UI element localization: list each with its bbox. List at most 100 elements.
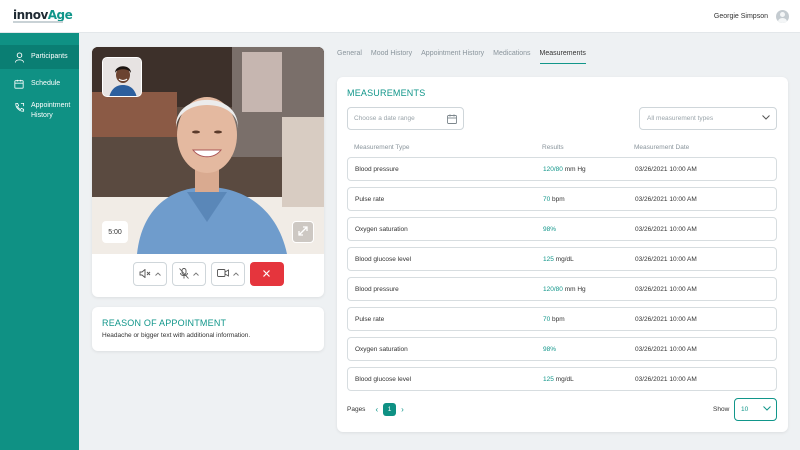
measurements-title: MEASUREMENTS bbox=[347, 88, 426, 98]
calendar-icon bbox=[447, 114, 457, 126]
logo-main: innov bbox=[13, 8, 48, 22]
measurement-result: 120/80 mm Hg bbox=[543, 286, 586, 293]
table-row[interactable]: Pulse rate 70 bpm 03/26/2021 10:00 AM bbox=[347, 307, 777, 331]
column-header-results[interactable]: Results bbox=[542, 144, 564, 151]
chevron-down-icon bbox=[762, 115, 770, 122]
camera-button[interactable] bbox=[210, 262, 245, 286]
sidebar-item-label: Appointment History bbox=[31, 101, 70, 121]
result-unit: mm Hg bbox=[564, 166, 586, 173]
chevron-up-icon bbox=[154, 271, 161, 278]
chevron-up-icon bbox=[192, 271, 199, 278]
tab-mood-history[interactable]: Mood History bbox=[371, 48, 412, 64]
pages-label: Pages bbox=[347, 406, 366, 413]
result-unit: mg/dL bbox=[555, 256, 574, 263]
table-header: Measurement Type Results Measurement Dat… bbox=[347, 144, 777, 154]
sidebar-item-appointment-history[interactable]: Appointment History bbox=[0, 99, 79, 123]
measurement-result: 125 mg/dL bbox=[543, 256, 574, 263]
measurement-type: Oxygen saturation bbox=[355, 346, 408, 353]
measurement-result: 70 bpm bbox=[543, 316, 565, 323]
measurement-type: Pulse rate bbox=[355, 196, 385, 203]
speaker-button[interactable] bbox=[132, 262, 167, 286]
column-header-date[interactable]: Measurement Date bbox=[634, 144, 689, 151]
measurement-date: 03/26/2021 10:00 AM bbox=[635, 286, 697, 293]
video-camera-icon bbox=[216, 269, 229, 279]
measurement-date: 03/26/2021 10:00 AM bbox=[635, 226, 697, 233]
logo-accent: Age bbox=[47, 8, 73, 22]
result-value: 120/80 bbox=[543, 166, 563, 173]
column-header-type[interactable]: Measurement Type bbox=[354, 144, 410, 151]
measurement-result: 120/80 mm Hg bbox=[543, 166, 586, 173]
result-value: 70 bbox=[543, 196, 551, 203]
measurement-type: Blood pressure bbox=[355, 166, 399, 173]
measurements-card: MEASUREMENTS Choose a date range All mea… bbox=[337, 77, 788, 432]
sidebar: Participants Schedule Appointment Histor… bbox=[0, 33, 79, 450]
table-row[interactable]: Blood glucose level 125 mg/dL 03/26/2021… bbox=[347, 367, 777, 391]
expand-icon bbox=[297, 225, 309, 239]
self-view-image bbox=[103, 58, 141, 96]
tab-appointment-history[interactable]: Appointment History bbox=[421, 48, 484, 64]
tab-measurements[interactable]: Measurements bbox=[539, 48, 586, 64]
person-icon bbox=[13, 51, 25, 63]
tab-general[interactable]: General bbox=[337, 48, 362, 64]
result-value: 70 bbox=[543, 316, 551, 323]
measurement-date: 03/26/2021 10:00 AM bbox=[635, 196, 697, 203]
chevron-up-icon bbox=[232, 271, 239, 278]
page-number-button[interactable]: 1 bbox=[383, 403, 397, 416]
result-value: 125 bbox=[543, 256, 554, 263]
self-view-thumbnail[interactable] bbox=[102, 57, 142, 97]
app-logo[interactable]: innovAge bbox=[13, 8, 73, 22]
sidebar-item-participants[interactable]: Participants bbox=[0, 45, 79, 69]
chevron-left-icon[interactable]: ‹ bbox=[375, 405, 378, 414]
phone-history-icon bbox=[13, 101, 25, 113]
result-unit: bpm bbox=[552, 316, 565, 323]
measurement-date: 03/26/2021 10:00 AM bbox=[635, 166, 697, 173]
measurement-date: 03/26/2021 10:00 AM bbox=[635, 316, 697, 323]
page-size-select[interactable]: 10 bbox=[734, 398, 777, 421]
measurement-date: 03/26/2021 10:00 AM bbox=[635, 256, 697, 263]
video-call-card: 5:00 bbox=[92, 47, 324, 297]
chevron-down-icon bbox=[763, 406, 771, 413]
measurement-type-placeholder: All measurement types bbox=[647, 115, 714, 122]
result-value: 98% bbox=[543, 346, 557, 353]
tab-bar: General Mood History Appointment History… bbox=[337, 48, 595, 64]
table-row[interactable]: Pulse rate 70 bpm 03/26/2021 10:00 AM bbox=[347, 187, 777, 211]
result-value: 125 bbox=[543, 376, 554, 383]
measurement-result: 125 mg/dL bbox=[543, 376, 574, 383]
result-value: 98% bbox=[543, 226, 557, 233]
microphone-button[interactable] bbox=[171, 262, 206, 286]
result-unit: mg/dL bbox=[555, 376, 574, 383]
reason-title: REASON OF APPOINTMENT bbox=[102, 318, 227, 328]
table-row[interactable]: Blood glucose level 125 mg/dL 03/26/2021… bbox=[347, 247, 777, 271]
chevron-right-icon[interactable]: › bbox=[401, 405, 404, 414]
table-row[interactable]: Blood pressure 120/80 mm Hg 03/26/2021 1… bbox=[347, 157, 777, 181]
result-unit: mm Hg bbox=[564, 286, 586, 293]
show-label: Show bbox=[713, 406, 730, 413]
measurement-type: Pulse rate bbox=[355, 316, 385, 323]
fullscreen-button[interactable] bbox=[292, 221, 314, 243]
measurement-date: 03/26/2021 10:00 AM bbox=[635, 376, 697, 383]
page-size-value: 10 bbox=[741, 406, 749, 413]
user-name[interactable]: Georgie Simpson bbox=[714, 13, 768, 20]
call-timer: 5:00 bbox=[102, 221, 128, 243]
calendar-icon bbox=[13, 78, 25, 90]
measurement-result: 98% bbox=[543, 226, 556, 233]
measurement-type: Blood pressure bbox=[355, 286, 399, 293]
sidebar-item-schedule[interactable]: Schedule bbox=[0, 73, 79, 95]
end-call-button[interactable] bbox=[249, 262, 284, 286]
pagination: Pages ‹ 1 › bbox=[347, 403, 409, 416]
measurement-type: Blood glucose level bbox=[355, 256, 412, 263]
microphone-muted-icon bbox=[178, 267, 189, 281]
measurement-type-select[interactable]: All measurement types bbox=[639, 107, 777, 130]
measurement-result: 98% bbox=[543, 346, 556, 353]
table-row[interactable]: Oxygen saturation 98% 03/26/2021 10:00 A… bbox=[347, 217, 777, 241]
result-value: 120/80 bbox=[543, 286, 563, 293]
date-range-input[interactable]: Choose a date range bbox=[347, 107, 464, 130]
tab-medications[interactable]: Medications bbox=[493, 48, 530, 64]
table-row[interactable]: Oxygen saturation 98% 03/26/2021 10:00 A… bbox=[347, 337, 777, 361]
table-row[interactable]: Blood pressure 120/80 mm Hg 03/26/2021 1… bbox=[347, 277, 777, 301]
user-avatar[interactable] bbox=[776, 10, 789, 23]
measurement-date: 03/26/2021 10:00 AM bbox=[635, 346, 697, 353]
top-bar: innovAge Georgie Simpson bbox=[0, 0, 800, 33]
sidebar-item-label: Participants bbox=[31, 53, 68, 60]
reason-text: Headache or bigger text with additional … bbox=[102, 332, 251, 339]
